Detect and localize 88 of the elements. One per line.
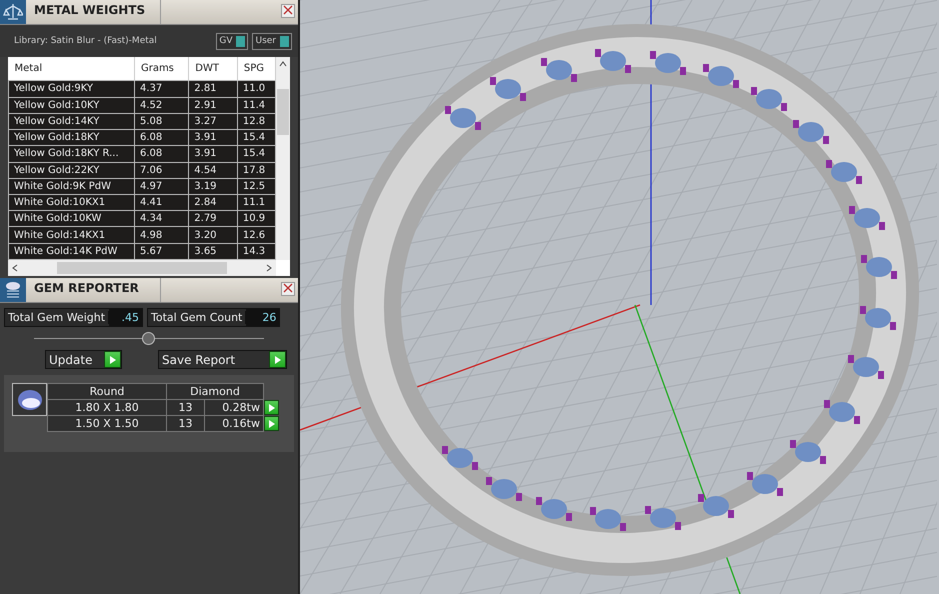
table-cell: 4.41 <box>134 194 189 211</box>
collapse-handle[interactable] <box>142 332 155 344</box>
column-header[interactable]: Grams <box>134 57 189 81</box>
column-header[interactable]: Metal <box>8 57 134 81</box>
table-cell: 2.91 <box>188 97 238 114</box>
toggle-label: User <box>255 36 276 46</box>
play-button[interactable] <box>264 400 279 415</box>
close-icon <box>283 283 293 293</box>
toggle-label: GV <box>219 36 232 46</box>
column-header: Diamond <box>166 384 264 400</box>
chevron-left-icon[interactable] <box>12 264 18 272</box>
close-button[interactable] <box>281 4 295 18</box>
table-cell: 12.8 <box>237 113 276 130</box>
toggle-indicator <box>236 36 246 46</box>
panel-title: METAL WEIGHTS <box>26 0 161 24</box>
table-cell: 10.9 <box>237 210 276 227</box>
total-count-field: Total Gem Count 26 <box>147 308 280 327</box>
horizontal-scrollbar[interactable] <box>8 260 276 276</box>
table-cell: Yellow Gold:9KY <box>8 80 134 98</box>
table-cell: 13 <box>166 416 204 432</box>
report-icon <box>3 280 23 300</box>
table-cell: 6.08 <box>134 130 189 146</box>
scrollbar-thumb[interactable] <box>277 89 289 135</box>
table-cell: White Gold:14KX1 <box>8 226 134 244</box>
table-cell: 4.52 <box>134 97 189 114</box>
toggle-switch[interactable]: GV <box>216 32 248 50</box>
scale-icon <box>3 2 23 22</box>
chevron-up-icon[interactable] <box>279 61 287 67</box>
table-cell: 4.34 <box>134 210 189 227</box>
column-header: Round <box>48 384 166 400</box>
table-cell: White Gold:10KW <box>8 210 134 227</box>
table-cell: 3.27 <box>188 113 238 130</box>
action-button[interactable]: Update <box>45 350 122 369</box>
table-cell: 12.5 <box>237 178 276 194</box>
table-cell: Yellow Gold:10KY <box>8 97 134 114</box>
scrollbar-thumb[interactable] <box>57 262 227 274</box>
table-cell: 11.1 <box>237 194 276 211</box>
table-cell: 1.50 X 1.50 <box>48 416 166 432</box>
table-cell: 17.8 <box>237 162 276 178</box>
table-cell: 3.91 <box>188 146 238 162</box>
table-cell: 11.4 <box>237 97 276 114</box>
close-icon <box>283 5 293 15</box>
column-header[interactable]: DWT <box>188 57 238 81</box>
table-cell: 2.81 <box>188 80 238 98</box>
play-button[interactable] <box>264 416 279 431</box>
table-cell: 1.80 X 1.80 <box>48 400 166 416</box>
table-cell: 3.20 <box>188 226 238 244</box>
vertical-scrollbar[interactable] <box>276 57 290 260</box>
table-cell: 4.98 <box>134 226 189 244</box>
table-cell: 6.08 <box>134 146 189 162</box>
column-header[interactable]: SPG <box>237 57 276 81</box>
gem-icon <box>16 388 44 412</box>
table-cell: 5.67 <box>134 243 189 260</box>
table-cell: White Gold:14K PdW <box>8 243 134 260</box>
library-label: Library: Satin Blur - (Fast)-Metal <box>14 36 158 46</box>
table-cell: 15.4 <box>237 146 276 162</box>
close-button[interactable] <box>281 282 295 296</box>
action-button[interactable]: Save Report <box>158 350 287 369</box>
table-cell: Yellow Gold:22KY <box>8 162 134 178</box>
table-cell: 0.16tw <box>204 416 264 432</box>
table-cell: White Gold:10KX1 <box>8 194 134 211</box>
play-icon <box>274 356 280 364</box>
table-cell: 3.65 <box>188 243 238 260</box>
table-cell: 4.37 <box>134 80 189 98</box>
toggle-switch[interactable]: User <box>252 32 292 50</box>
table-cell: 15.4 <box>237 130 276 146</box>
table-cell: 14.3 <box>237 243 276 260</box>
toggle-indicator <box>280 36 289 46</box>
table-cell: 2.79 <box>188 210 238 227</box>
table-cell: 3.91 <box>188 130 238 146</box>
table-cell: 2.84 <box>188 194 238 211</box>
table-cell: 11.0 <box>237 80 276 98</box>
table-cell: 13 <box>166 400 204 416</box>
table-cell: Yellow Gold:18KY <box>8 130 134 146</box>
chevron-right-icon[interactable] <box>266 264 272 272</box>
table-cell: White Gold:9K PdW <box>8 178 134 194</box>
table-cell: 3.19 <box>188 178 238 194</box>
table-cell: 5.08 <box>134 113 189 130</box>
total-weight-field: Total Gem Weight .45 <box>4 308 144 327</box>
table-cell: 4.54 <box>188 162 238 178</box>
table-cell: Yellow Gold:14KY <box>8 113 134 130</box>
table-cell: 0.28tw <box>204 400 264 416</box>
table-cell: Yellow Gold:18KY R... <box>8 146 134 162</box>
table-cell: 4.97 <box>134 178 189 194</box>
table-cell: 12.6 <box>237 226 276 244</box>
panel-title: GEM REPORTER <box>26 278 161 302</box>
table-cell: 7.06 <box>134 162 189 178</box>
play-icon <box>110 356 116 364</box>
